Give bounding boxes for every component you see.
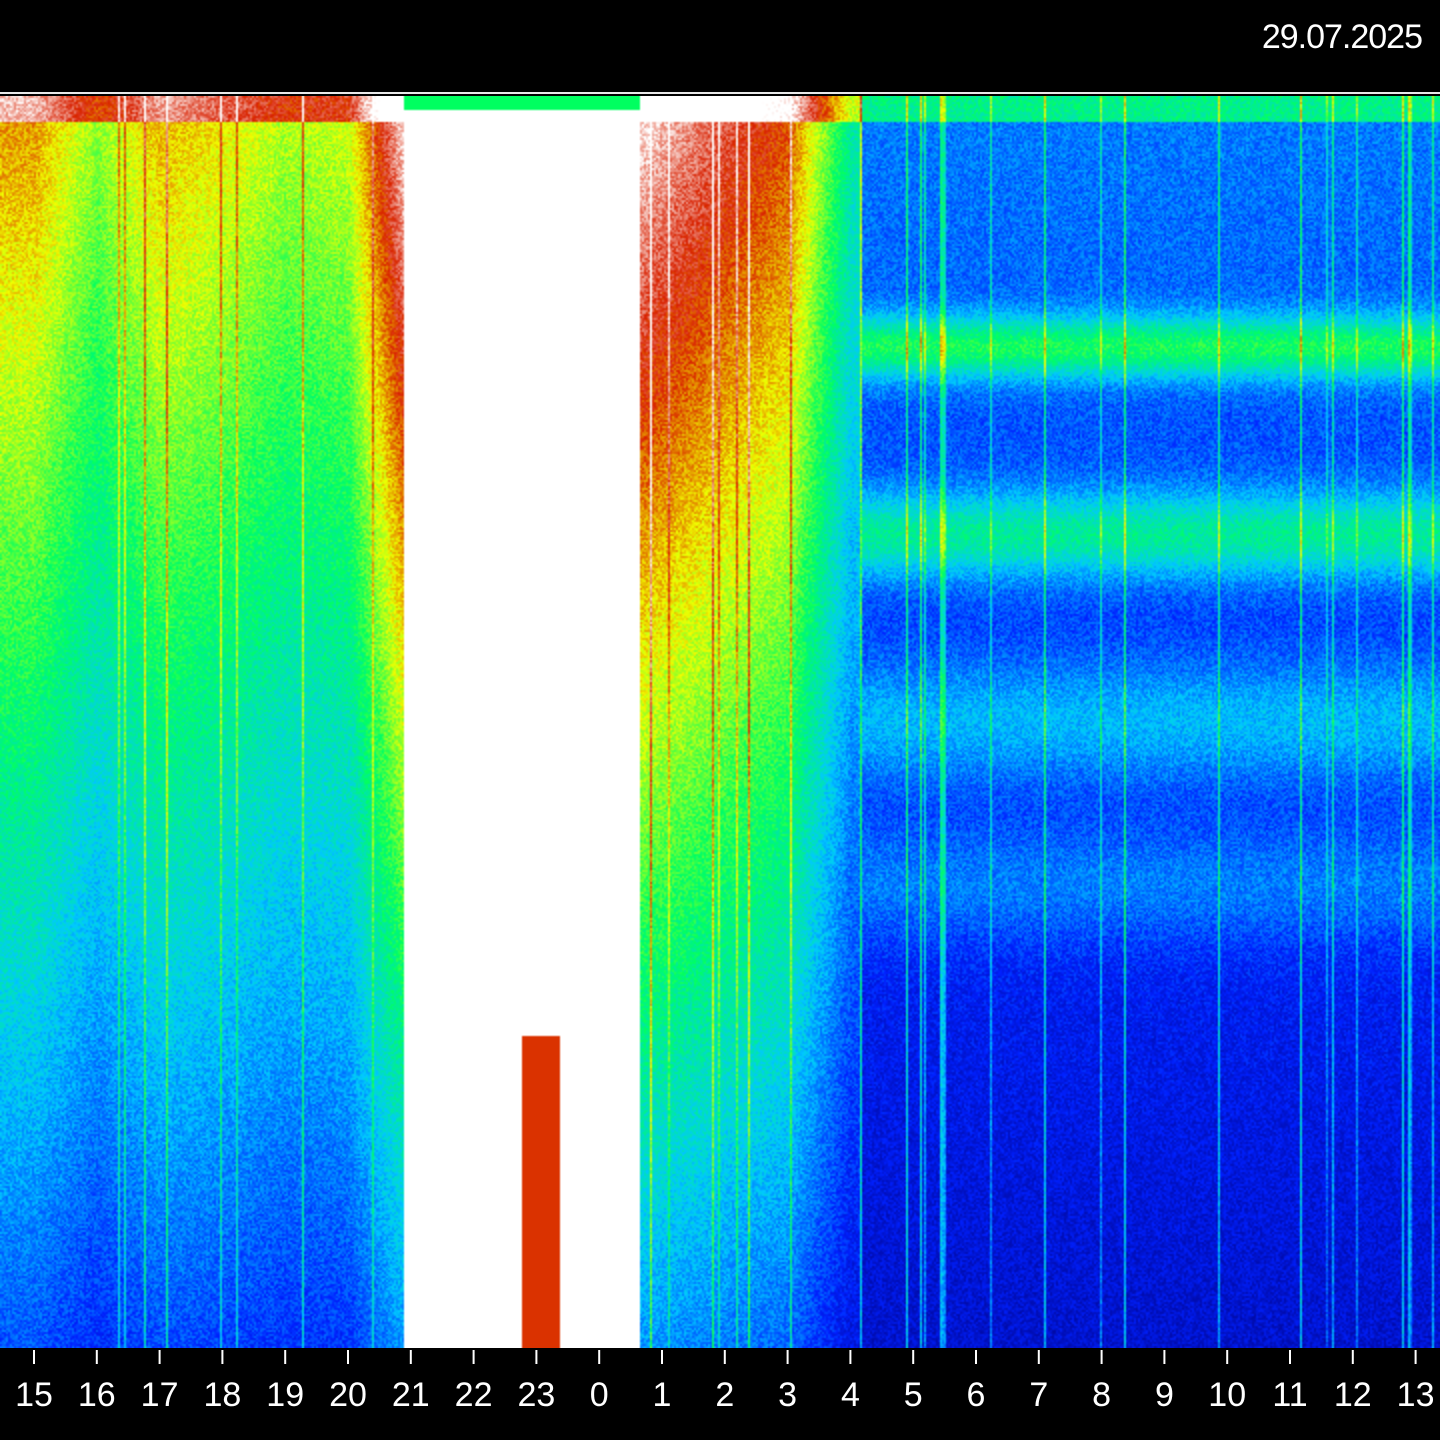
x-tick-label: 5 (904, 1376, 923, 1414)
x-tick-label: 12 (1334, 1376, 1372, 1414)
x-tick-label: 1 (653, 1376, 672, 1414)
top-border-line (0, 92, 1440, 94)
x-tick-label: 18 (203, 1376, 241, 1414)
x-tick-label: 23 (517, 1376, 555, 1414)
x-tick-label: 17 (141, 1376, 179, 1414)
x-tick-label: 21 (392, 1376, 430, 1414)
x-tick-label: 3 (778, 1376, 797, 1414)
x-tick-label: 20 (329, 1376, 367, 1414)
x-tick-label: 11 (1272, 1376, 1307, 1414)
time-axis: 15 16 17 18 19 20 21 22 23 0 1 2 3 4 5 6 7 8 9 10 11 12 13 (15, 1350, 1435, 1414)
x-tick-label: 19 (266, 1376, 304, 1414)
x-tick-label: 6 (967, 1376, 986, 1414)
x-tick-label: 4 (841, 1376, 860, 1414)
x-tick-label: 9 (1155, 1376, 1174, 1414)
x-tick-label: 13 (1397, 1376, 1435, 1414)
x-tick-label: 7 (1029, 1376, 1048, 1414)
x-tick-label: 10 (1208, 1376, 1246, 1414)
date-label: 29.07.2025 (1261, 18, 1423, 56)
x-tick-label: 2 (715, 1376, 734, 1414)
x-tick-label: 8 (1092, 1376, 1111, 1414)
spectrogram-heatmap (0, 96, 1440, 1348)
x-tick-label: 22 (455, 1376, 493, 1414)
x-tick-label: 0 (590, 1376, 609, 1414)
x-tick-label: 15 (15, 1376, 53, 1414)
x-tick-label: 16 (78, 1376, 116, 1414)
